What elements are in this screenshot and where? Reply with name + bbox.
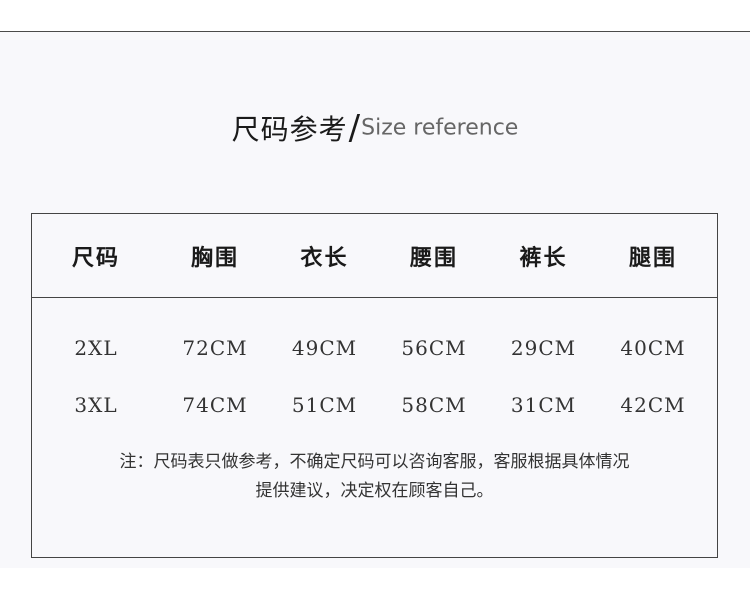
header-top-length: 衣长 [300,245,349,271]
size-table: 尺码 胸围 衣长 腰围 裤长 腿围 2XL 72CM 49CM 56CM 29C… [31,213,718,558]
note-line-1: 注：尺码表只做参考，不确定尺码可以咨询客服，客服根据具体情况 [119,452,630,472]
header-thigh: 腿围 [628,245,677,271]
table-header-row: 尺码 胸围 衣长 腰围 裤长 腿围 [32,214,717,298]
cell-chest: 74CM [182,393,248,417]
bottom-band [0,568,750,594]
cell-chest: 72CM [182,336,248,360]
cell-thigh: 42CM [620,393,686,417]
cell-size: 3XL [74,393,118,417]
note-line-2: 提供建议，决定权在顾客自己。 [255,481,494,501]
page-title: 尺码参考/Size reference [0,108,750,148]
table-row: 2XL 72CM 49CM 56CM 29CM 40CM [32,333,717,363]
title-separator: / [348,108,361,148]
header-waist: 腰围 [409,245,458,271]
top-band [0,0,750,32]
cell-pants-length: 29CM [510,336,577,360]
cell-size: 2XL [74,336,118,360]
cell-waist: 58CM [401,393,467,417]
cell-waist: 56CM [401,336,467,360]
title-chinese: 尺码参考 [231,113,348,146]
size-note: 注：尺码表只做参考，不确定尺码可以咨询客服，客服根据具体情况 提供建议，决定权在… [32,448,717,506]
cell-top-length: 49CM [291,336,358,360]
cell-top-length: 51CM [291,393,358,417]
header-size: 尺码 [71,245,120,271]
header-chest: 胸围 [190,245,239,271]
cell-thigh: 40CM [620,336,686,360]
cell-pants-length: 31CM [510,393,577,417]
header-pants-length: 裤长 [519,245,568,271]
title-english: Size reference [361,115,519,141]
table-row: 3XL 74CM 51CM 58CM 31CM 42CM [32,390,717,420]
